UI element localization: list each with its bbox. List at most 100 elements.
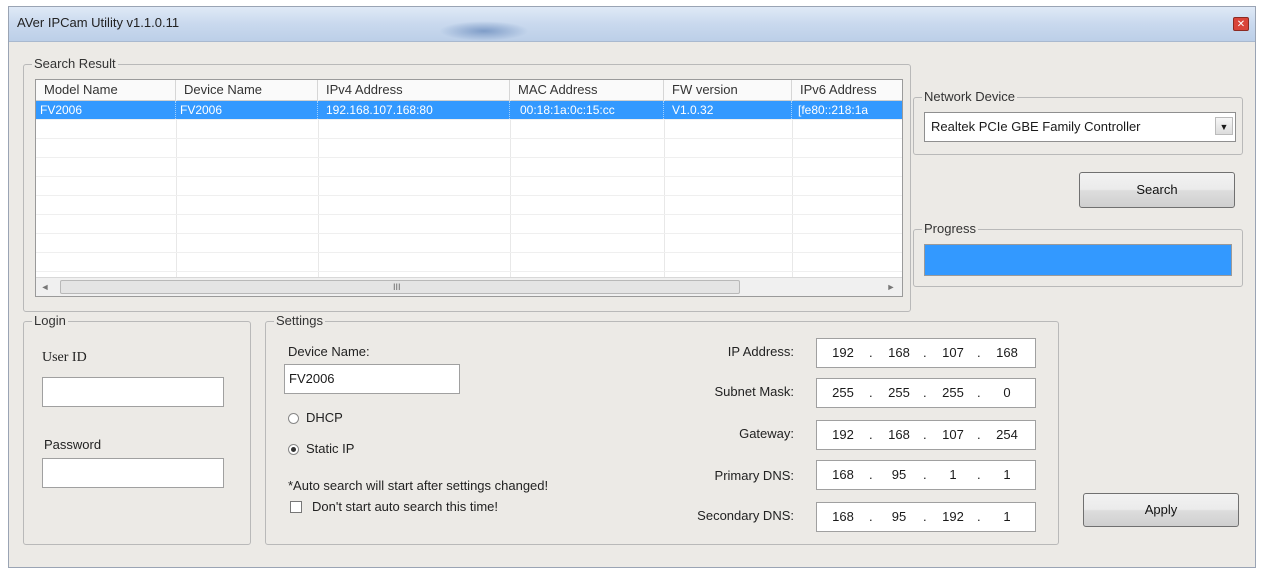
empty-row bbox=[36, 120, 902, 139]
secondary-dns-label: Secondary DNS: bbox=[697, 508, 794, 523]
ip-octet: 0 bbox=[1003, 385, 1011, 400]
ip-octet: 255 bbox=[942, 385, 964, 400]
ip-octet: 95 bbox=[891, 467, 907, 482]
ip-dot: . bbox=[977, 509, 981, 524]
ip-dot: . bbox=[869, 345, 873, 360]
subnet-mask-label: Subnet Mask: bbox=[714, 384, 795, 399]
cell-device-name: FV2006 bbox=[176, 101, 318, 119]
user-id-input[interactable] bbox=[42, 377, 224, 407]
cell-ipv6-address: [fe80::218:1a bbox=[798, 103, 869, 117]
table-header: Model Name Device Name IPv4 Address MAC … bbox=[36, 80, 902, 101]
subnet-mask-field[interactable]: 255 . 255 . 255 . 0 bbox=[816, 378, 1036, 408]
horizontal-scrollbar[interactable]: ◄ III ► bbox=[36, 277, 902, 296]
ip-dot: . bbox=[977, 427, 981, 442]
ip-octet: 168 bbox=[832, 467, 854, 482]
table-row[interactable]: FV2006 FV2006 192.168.107.168:80 00:18:1… bbox=[36, 101, 902, 120]
ip-address-field[interactable]: 192 . 168 . 107 . 168 bbox=[816, 338, 1036, 368]
dhcp-label: DHCP bbox=[306, 410, 343, 425]
progress-label: Progress bbox=[922, 221, 979, 236]
ip-dot: . bbox=[869, 385, 873, 400]
ip-dot: . bbox=[977, 385, 981, 400]
primary-dns-label: Primary DNS: bbox=[714, 468, 794, 483]
ip-dot: . bbox=[923, 345, 927, 360]
scroll-thumb[interactable]: III bbox=[60, 280, 740, 294]
ip-dot: . bbox=[869, 427, 873, 442]
network-device-select[interactable]: Realtek PCIe GBE Family Controller ▼ bbox=[924, 112, 1236, 142]
ip-octet: 107 bbox=[942, 427, 964, 442]
cell-mac-address: 00:18:1a:0c:15:cc bbox=[510, 101, 664, 119]
user-id-label: User ID bbox=[42, 350, 87, 365]
title-bar[interactable]: AVer IPCam Utility v1.1.0.11 ✕ bbox=[9, 7, 1255, 42]
empty-row bbox=[36, 253, 902, 272]
login-group: Login User ID Password bbox=[23, 313, 251, 545]
ip-dot: . bbox=[977, 345, 981, 360]
dhcp-radio[interactable] bbox=[288, 413, 299, 424]
column-header-mac-address[interactable]: MAC Address bbox=[510, 80, 664, 100]
close-button[interactable]: ✕ bbox=[1233, 17, 1249, 31]
password-label: Password bbox=[44, 437, 102, 452]
cell-fw-version: V1.0.32 bbox=[664, 101, 792, 119]
cell-model-name: FV2006 bbox=[36, 101, 176, 119]
no-auto-search-checkbox[interactable] bbox=[290, 501, 302, 513]
network-device-label: Network Device bbox=[922, 89, 1018, 104]
settings-group: Settings Device Name: FV2006 DHCP Static… bbox=[265, 313, 1059, 545]
gateway-label: Gateway: bbox=[739, 426, 794, 441]
device-name-label: Device Name: bbox=[288, 344, 370, 359]
ip-octet: 107 bbox=[942, 345, 964, 360]
ip-octet: 168 bbox=[832, 509, 854, 524]
static-ip-radio[interactable] bbox=[288, 444, 299, 455]
column-header-ipv4-address[interactable]: IPv4 Address bbox=[318, 80, 510, 100]
scroll-left-icon[interactable]: ◄ bbox=[38, 280, 52, 294]
empty-row bbox=[36, 177, 902, 196]
settings-label: Settings bbox=[274, 313, 325, 328]
ip-dot: . bbox=[923, 385, 927, 400]
ip-octet: 192 bbox=[942, 509, 964, 524]
network-device-value: Realtek PCIe GBE Family Controller bbox=[931, 119, 1141, 134]
empty-row bbox=[36, 158, 902, 177]
primary-dns-field[interactable]: 168 . 95 . 1 . 1 bbox=[816, 460, 1036, 490]
ip-dot: . bbox=[923, 509, 927, 524]
column-header-model-name[interactable]: Model Name bbox=[36, 80, 176, 100]
secondary-dns-field[interactable]: 168 . 95 . 192 . 1 bbox=[816, 502, 1036, 532]
ip-octet: 192 bbox=[832, 345, 854, 360]
column-header-ipv6-address[interactable]: IPv6 Address bbox=[792, 80, 902, 100]
ip-octet: 168 bbox=[888, 427, 910, 442]
auto-search-note: *Auto search will start after settings c… bbox=[288, 478, 549, 493]
scroll-grip-icon: III bbox=[393, 282, 401, 292]
ip-dot: . bbox=[923, 427, 927, 442]
ip-octet: 168 bbox=[888, 345, 910, 360]
empty-row bbox=[36, 234, 902, 253]
gateway-field[interactable]: 192 . 168 . 107 . 254 bbox=[816, 420, 1036, 450]
apply-button[interactable]: Apply bbox=[1083, 493, 1239, 527]
ip-octet: 254 bbox=[996, 427, 1018, 442]
ip-address-label: IP Address: bbox=[727, 344, 794, 359]
ip-octet: 255 bbox=[888, 385, 910, 400]
chevron-down-icon[interactable]: ▼ bbox=[1215, 117, 1233, 135]
empty-row bbox=[36, 139, 902, 158]
scroll-right-icon[interactable]: ► bbox=[884, 280, 898, 294]
ip-dot: . bbox=[869, 509, 873, 524]
search-button[interactable]: Search bbox=[1079, 172, 1235, 208]
window-title: AVer IPCam Utility v1.1.0.11 bbox=[17, 15, 180, 30]
ip-octet: 1 bbox=[949, 467, 957, 482]
search-result-label: Search Result bbox=[32, 56, 118, 71]
cell-ipv4-address: 192.168.107.168:80 bbox=[318, 101, 510, 119]
column-header-fw-version[interactable]: FW version bbox=[664, 80, 792, 100]
login-label: Login bbox=[32, 313, 68, 328]
title-bar-glow bbox=[439, 21, 529, 41]
close-icon: ✕ bbox=[1236, 19, 1246, 30]
app-window: AVer IPCam Utility v1.1.0.11 ✕ Search Re… bbox=[8, 6, 1256, 568]
column-header-device-name[interactable]: Device Name bbox=[176, 80, 318, 100]
ip-octet: 1 bbox=[1003, 509, 1011, 524]
password-input[interactable] bbox=[42, 458, 224, 488]
ip-octet: 168 bbox=[996, 345, 1018, 360]
empty-row bbox=[36, 215, 902, 234]
search-result-table: Model Name Device Name IPv4 Address MAC … bbox=[35, 79, 903, 297]
ip-dot: . bbox=[869, 467, 873, 482]
progress-group: Progress bbox=[913, 221, 1243, 287]
ip-dot: . bbox=[977, 467, 981, 482]
ip-octet: 255 bbox=[832, 385, 854, 400]
ip-dot: . bbox=[923, 467, 927, 482]
device-name-input[interactable]: FV2006 bbox=[284, 364, 460, 394]
ip-octet: 1 bbox=[1003, 467, 1011, 482]
